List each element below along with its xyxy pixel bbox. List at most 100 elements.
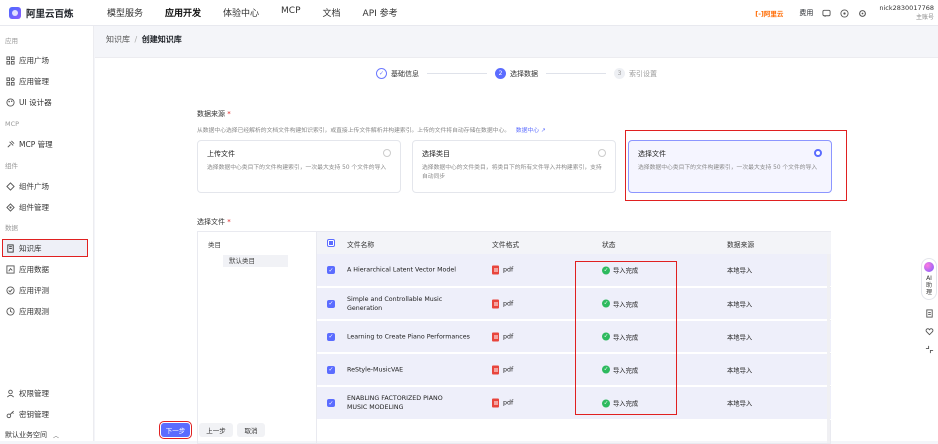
step-basic-info: ✓ 基础信息 bbox=[376, 68, 419, 79]
cancel-button[interactable]: 取消 bbox=[237, 423, 265, 437]
category-item-default[interactable]: 默认类目 bbox=[223, 255, 288, 267]
nav-api[interactable]: API 参考 bbox=[352, 6, 409, 19]
card-title: 选择类目 bbox=[422, 150, 450, 158]
radio-category[interactable] bbox=[598, 149, 606, 157]
card-description: 选择数据中心的文件类目，将类目下的所有文件导入并构建索引，支持自动同步 bbox=[422, 165, 602, 180]
key-icon bbox=[5, 409, 15, 419]
brand-logo[interactable]: 阿里云百炼 bbox=[0, 6, 96, 20]
check-circle-icon: ✓ bbox=[602, 365, 610, 374]
step-divider bbox=[546, 73, 606, 74]
sidebar-item-label: UI 设计器 bbox=[19, 97, 52, 107]
step-label: 索引设置 bbox=[629, 69, 657, 78]
data-source: 本地导入 bbox=[727, 367, 753, 374]
data-source-label: 数据来源 * bbox=[197, 109, 231, 119]
document-icon[interactable] bbox=[924, 308, 934, 318]
select-all-checkbox[interactable] bbox=[327, 239, 335, 247]
file-name: ENABLING FACTORIZED PIANO MUSIC MODELING bbox=[347, 395, 443, 411]
sidebar-item-app-square[interactable]: 应用广场 bbox=[3, 52, 87, 68]
table-scrollbar[interactable] bbox=[827, 254, 830, 443]
file-format: pdf bbox=[492, 265, 513, 275]
sidebar-item-knowledge-base[interactable]: 知识库 bbox=[2, 239, 88, 257]
source-card-upload[interactable]: 上传文件 选择数据中心类目下的文件构建索引，一次最大支持 50 个文件的导入 bbox=[197, 140, 401, 193]
table-row[interactable]: ✓ ReStyle-MusicVAE pdf ✓ 导入完成 本地导入 bbox=[317, 354, 831, 386]
user-menu[interactable]: nick2830017768 主账号 bbox=[879, 4, 934, 22]
heart-icon[interactable] bbox=[924, 326, 934, 336]
row-checkbox[interactable]: ✓ bbox=[327, 365, 335, 374]
row-checkbox[interactable]: ✓ bbox=[327, 399, 335, 407]
radio-upload[interactable] bbox=[383, 149, 391, 157]
radio-select-files[interactable] bbox=[814, 149, 822, 157]
nav-model-service[interactable]: 模型服务 bbox=[96, 6, 154, 19]
sidebar-item-component-manage[interactable]: 组件管理 bbox=[3, 199, 87, 215]
form-footer: 下一步 上一步 取消 bbox=[95, 420, 938, 441]
breadcrumb-current: 创建知识库 bbox=[141, 35, 182, 44]
data-source: 本地导入 bbox=[727, 267, 753, 275]
settings-icon[interactable] bbox=[857, 8, 867, 18]
apps-icon bbox=[5, 76, 15, 86]
sidebar-item-app-data[interactable]: 应用数据 bbox=[3, 261, 87, 277]
chevron-up-icon: ︿ bbox=[53, 432, 60, 440]
create-kb-panel: ✓ 基础信息 2 选择数据 3 索引设置 数据来源 * 从数据中心选择已经解析的… bbox=[95, 57, 938, 444]
nav-experience[interactable]: 体验中心 bbox=[212, 6, 270, 19]
data-source: 本地导入 bbox=[727, 301, 753, 308]
file-format: pdf bbox=[492, 332, 513, 341]
next-step-button[interactable]: 下一步 bbox=[159, 421, 192, 439]
message-icon[interactable] bbox=[821, 8, 831, 18]
sidebar-item-mcp-manage[interactable]: MCP 管理 bbox=[3, 136, 87, 152]
breadcrumb-parent[interactable]: 知识库 bbox=[106, 35, 130, 44]
help-icon[interactable] bbox=[839, 8, 849, 18]
sidebar-item-label: 应用管理 bbox=[19, 76, 49, 86]
status-badge: ✓ 导入完成 bbox=[602, 266, 638, 275]
data-source: 本地导入 bbox=[727, 400, 753, 408]
nav-app-dev[interactable]: 应用开发 bbox=[154, 6, 212, 19]
table-row[interactable]: ✓ ENABLING FACTORIZED PIANO MUSIC MODELI… bbox=[317, 387, 831, 420]
table-row[interactable]: ✓ Learning to Create Piano Performances … bbox=[317, 321, 831, 353]
row-checkbox[interactable]: ✓ bbox=[327, 299, 335, 308]
step-label: 选择数据 bbox=[510, 69, 538, 78]
column-status: 状态 bbox=[602, 241, 616, 249]
user-name: nick2830017768 bbox=[879, 4, 934, 12]
cost-link[interactable]: 费用 bbox=[799, 8, 813, 18]
shrink-icon[interactable] bbox=[924, 344, 934, 354]
select-files-label: 选择文件 * bbox=[197, 217, 231, 227]
sidebar-item-app-eval[interactable]: 应用评测 bbox=[3, 282, 87, 298]
sidebar-group-apps: 应用 bbox=[5, 37, 18, 45]
row-checkbox[interactable]: ✓ bbox=[327, 266, 335, 274]
user-role: 主账号 bbox=[915, 14, 934, 21]
aliyun-badge[interactable]: [-]阿里云 bbox=[755, 8, 783, 18]
sidebar-item-app-manage[interactable]: 应用管理 bbox=[3, 73, 87, 89]
breadcrumb-separator: / bbox=[134, 35, 138, 44]
main-nav: 模型服务 应用开发 体验中心 MCP 文档 API 参考 bbox=[96, 6, 409, 19]
sidebar-item-component-square[interactable]: 组件广场 bbox=[3, 178, 87, 194]
ai-label-2: 助 bbox=[925, 282, 932, 289]
data-center-link[interactable]: 数据中心 ↗ bbox=[516, 128, 546, 134]
source-card-select-files[interactable]: 选择文件 选择数据中心类目下的文件构建索引，一次最大支持 50 个文件的导入 bbox=[628, 140, 832, 193]
sidebar-item-ui-designer[interactable]: UI 设计器 bbox=[3, 94, 87, 110]
pdf-icon bbox=[492, 398, 499, 408]
nav-docs[interactable]: 文档 bbox=[312, 6, 352, 19]
row-checkbox[interactable]: ✓ bbox=[327, 332, 335, 341]
step-divider bbox=[427, 73, 487, 74]
file-name: A Hierarchical Latent Vector Model bbox=[347, 266, 456, 274]
prev-step-button[interactable]: 上一步 bbox=[199, 423, 233, 437]
sidebar: 应用 应用广场 应用管理 UI 设计器 MCP MCP 管理 组件 组件广场 组… bbox=[0, 26, 94, 441]
source-card-category[interactable]: 选择类目 选择数据中心的文件类目，将类目下的所有文件导入并构建索引，支持自动同步 bbox=[412, 140, 616, 193]
ai-assistant-button[interactable]: AI 助 理 bbox=[921, 258, 937, 300]
plug-icon bbox=[5, 139, 15, 149]
sidebar-group-data: 数据 bbox=[5, 224, 18, 232]
brand-name: 阿里云百炼 bbox=[26, 8, 74, 20]
sidebar-item-permissions[interactable]: 权限管理 bbox=[3, 385, 87, 401]
status-badge: ✓ 导入完成 bbox=[602, 299, 638, 308]
table-row[interactable]: ✓ A Hierarchical Latent Vector Model pdf… bbox=[317, 254, 831, 287]
table-row[interactable]: ✓ Simple and Controllable Music Generati… bbox=[317, 288, 831, 320]
sidebar-item-label: 组件广场 bbox=[19, 181, 49, 191]
check-icon: ✓ bbox=[376, 68, 387, 79]
nav-mcp[interactable]: MCP bbox=[270, 6, 311, 19]
category-header: 类目 bbox=[208, 241, 221, 249]
sidebar-item-keys[interactable]: 密钥管理 bbox=[3, 406, 87, 422]
status-badge: ✓ 导入完成 bbox=[602, 332, 638, 341]
card-title: 上传文件 bbox=[207, 150, 235, 158]
sidebar-item-app-observe[interactable]: 应用观测 bbox=[3, 303, 87, 319]
workspace-name: 默认业务空间 bbox=[5, 431, 47, 439]
format-text: pdf bbox=[503, 333, 514, 340]
